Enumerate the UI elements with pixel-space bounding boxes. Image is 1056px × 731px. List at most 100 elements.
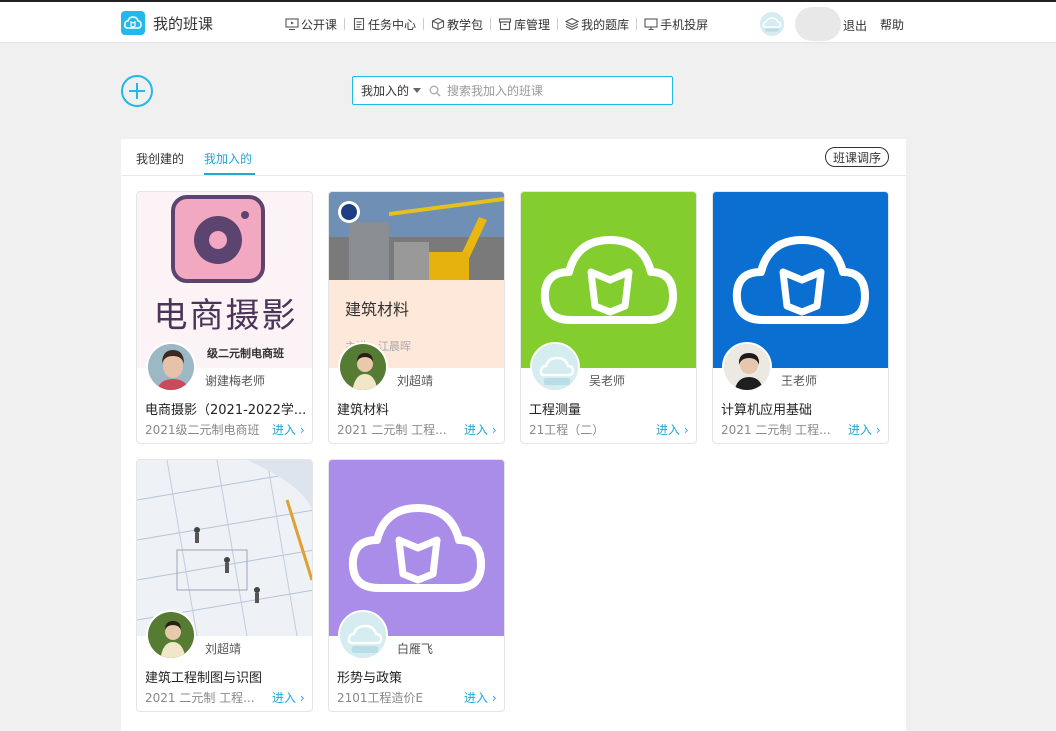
chevron-right-icon: › xyxy=(299,691,305,705)
construction-site-image xyxy=(329,192,504,280)
enter-label: 进入 xyxy=(272,423,297,437)
search-icon xyxy=(429,85,441,96)
search-filter-label: 我加入的 xyxy=(361,84,410,98)
teacher-avatar xyxy=(146,342,196,392)
tab-created[interactable]: 我创建的 xyxy=(136,150,184,167)
caret-down-icon xyxy=(413,88,422,93)
logout-link[interactable]: 退出 xyxy=(843,17,867,34)
nav-question-bank[interactable]: 我的题库 xyxy=(560,16,634,33)
course-card[interactable]: 刘超靖 建筑工程制图与识图 2021 二元制 工程... 进入 › xyxy=(136,459,313,712)
course-title: 电商摄影（2021-2022学... xyxy=(145,403,307,418)
camera-logo-icon xyxy=(171,195,265,283)
enter-link[interactable]: 进入 › xyxy=(464,421,497,438)
nav-divider xyxy=(636,18,638,30)
course-cover xyxy=(137,460,312,636)
nav-divider xyxy=(344,18,346,30)
teacher-avatar xyxy=(530,342,580,392)
search-input[interactable] xyxy=(447,83,668,98)
cloud-logo-icon xyxy=(121,11,145,35)
sort-courses-button[interactable]: 班课调序 xyxy=(825,147,889,167)
enter-label: 进入 xyxy=(656,423,681,437)
nav-divider xyxy=(557,18,559,30)
chevron-right-icon: › xyxy=(875,423,881,437)
enter-label: 进入 xyxy=(272,691,297,705)
teacher-name: 刘超靖 xyxy=(397,374,434,388)
nav-task-center[interactable]: 任务中心 xyxy=(347,16,421,33)
cover-title: 建筑材料 xyxy=(345,300,410,319)
plus-icon xyxy=(129,83,145,99)
help-link[interactable]: 帮助 xyxy=(880,16,904,33)
nav-label: 教学包 xyxy=(447,17,484,32)
course-card[interactable]: 电商摄影 级二元制电商班 谢建梅老师 电商摄影（2021-2022学... 20… xyxy=(136,191,313,444)
nav-label: 任务中心 xyxy=(368,17,417,32)
monitor-play-icon xyxy=(285,18,299,31)
teacher-name: 白雁飞 xyxy=(397,642,434,656)
course-title: 建筑工程制图与识图 xyxy=(145,671,263,686)
nav-public-course[interactable]: 公开课 xyxy=(280,16,342,33)
brand-title: 我的班课 xyxy=(153,14,214,33)
course-title: 计算机应用基础 xyxy=(721,403,813,418)
nav-label: 我的题库 xyxy=(581,17,630,32)
teacher-avatar xyxy=(338,342,388,392)
top-bar: 我的班课 公开课 任务中心 教学包 库管理 我的题库 手机投屏 退出 帮助 xyxy=(0,0,1056,43)
enter-link[interactable]: 进入 › xyxy=(272,689,305,706)
enter-label: 进入 xyxy=(464,423,489,437)
nav-label: 手机投屏 xyxy=(660,17,709,32)
cover-subtitle: 级二元制电商班 xyxy=(207,347,284,360)
username-blurred xyxy=(795,7,841,41)
teacher-name: 刘超靖 xyxy=(205,642,242,656)
tab-bar: 我创建的 我加入的 班课调序 xyxy=(121,139,906,176)
cloud-book-icon xyxy=(348,504,485,592)
enter-link[interactable]: 进入 › xyxy=(848,421,881,438)
class-name: 2021 二元制 工程... xyxy=(145,691,255,705)
course-card[interactable]: 白雁飞 形势与政策 2101工程造价E 进入 › xyxy=(328,459,505,712)
enter-link[interactable]: 进入 › xyxy=(464,689,497,706)
class-name: 2021 二元制 工程... xyxy=(337,423,447,437)
course-card[interactable]: 建筑材料 主讲：江晨晖 刘超靖 建筑材料 2021 二元制 工程... 进入 › xyxy=(328,191,505,444)
chevron-right-icon: › xyxy=(491,423,497,437)
course-card[interactable]: 王老师 计算机应用基础 2021 二元制 工程... 进入 › xyxy=(712,191,889,444)
course-cover xyxy=(521,192,696,368)
nav-library[interactable]: 库管理 xyxy=(493,16,555,33)
brand[interactable]: 我的班课 xyxy=(121,10,213,36)
chevron-right-icon: › xyxy=(683,423,689,437)
course-card[interactable]: 吴老师 工程测量 21工程（二） 进入 › xyxy=(520,191,697,444)
blueprint-image xyxy=(137,460,312,636)
course-cover: 建筑材料 主讲：江晨晖 xyxy=(329,192,504,368)
class-name: 21工程（二） xyxy=(529,423,605,437)
chevron-right-icon: › xyxy=(299,423,305,437)
tab-joined[interactable]: 我加入的 xyxy=(204,150,252,167)
search-filter-dropdown[interactable]: 我加入的 xyxy=(353,82,422,99)
search-bar: 我加入的 xyxy=(352,76,673,105)
archive-icon xyxy=(498,18,512,31)
class-name: 2101工程造价E xyxy=(337,691,424,705)
enter-link[interactable]: 进入 › xyxy=(656,421,689,438)
teacher-avatar xyxy=(722,342,772,392)
teacher-name: 王老师 xyxy=(781,374,818,388)
add-course-button[interactable] xyxy=(121,75,153,107)
class-name: 2021级二元制电商班 xyxy=(145,423,260,437)
course-title: 形势与政策 xyxy=(337,671,403,686)
teacher-name: 吴老师 xyxy=(589,374,626,388)
enter-label: 进入 xyxy=(464,691,489,705)
course-panel: 我创建的 我加入的 班课调序 电商摄影 级二元制电商班 谢建梅老师 电商摄影（2… xyxy=(121,139,906,731)
cloud-book-icon xyxy=(540,236,677,324)
class-name: 2021 二元制 工程... xyxy=(721,423,831,437)
nav-label: 库管理 xyxy=(514,17,551,32)
course-title: 建筑材料 xyxy=(337,403,390,418)
cloud-book-icon xyxy=(732,236,869,324)
course-title: 工程测量 xyxy=(529,403,582,418)
document-icon xyxy=(353,17,365,31)
top-nav: 公开课 任务中心 教学包 库管理 我的题库 手机投屏 xyxy=(280,14,713,34)
course-cover xyxy=(713,192,888,368)
user-avatar[interactable] xyxy=(760,12,784,36)
teacher-name: 谢建梅老师 xyxy=(205,374,266,388)
course-cover xyxy=(329,460,504,636)
enter-link[interactable]: 进入 › xyxy=(272,421,305,438)
nav-screen-cast[interactable]: 手机投屏 xyxy=(639,16,713,33)
chevron-right-icon: › xyxy=(491,691,497,705)
layers-icon xyxy=(565,17,580,31)
tab-active-indicator xyxy=(204,173,255,175)
nav-teaching-package[interactable]: 教学包 xyxy=(426,16,488,33)
nav-divider xyxy=(423,18,425,30)
